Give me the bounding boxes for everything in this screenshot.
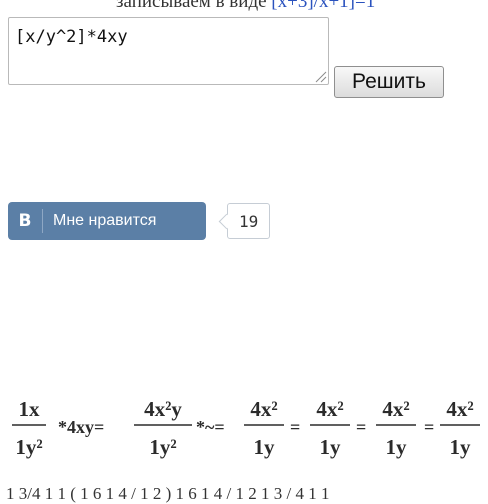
vk-logo-icon: B bbox=[18, 211, 32, 231]
formula-operator: = bbox=[356, 417, 366, 437]
fraction-numerator: 4x² bbox=[316, 397, 343, 421]
solve-button[interactable]: Решить bbox=[334, 66, 444, 98]
expression-input[interactable] bbox=[8, 17, 329, 85]
fraction-denominator: 1y bbox=[386, 435, 408, 459]
resize-grip-icon[interactable] bbox=[314, 70, 327, 83]
fraction-denominator: 1y² bbox=[149, 435, 176, 459]
fraction-denominator: 1y bbox=[320, 435, 342, 459]
fraction-denominator: 1y² bbox=[15, 435, 42, 459]
fraction-denominator: 1y bbox=[254, 435, 276, 459]
like-count-value: 19 bbox=[239, 211, 259, 231]
vk-like-button[interactable]: B Мне нравится bbox=[8, 202, 206, 240]
fraction-numerator: 4x²y bbox=[144, 397, 182, 421]
formula-operator: = bbox=[424, 417, 434, 437]
fraction-numerator: 4x² bbox=[382, 397, 409, 421]
vk-like-label: Мне нравится bbox=[53, 212, 157, 229]
formula-fraction: 4x²y 1y² bbox=[134, 397, 192, 459]
fraction-numerator: 4x² bbox=[446, 397, 473, 421]
formula-fraction: 4x² 1y bbox=[440, 397, 480, 459]
solution-steps-text: 1 3/4 1 1 ( 1 6 1 4 / 1 2 ) 1 6 1 4 / 1 … bbox=[6, 484, 330, 503]
formula-operator: *4xy= bbox=[58, 417, 104, 437]
formula-fraction: 4x² 1y bbox=[310, 397, 350, 459]
fraction-numerator: 1x bbox=[19, 397, 41, 421]
formula-operator: *~= bbox=[196, 417, 225, 437]
formula-fraction: 4x² 1y bbox=[244, 397, 284, 459]
like-count-badge: 19 bbox=[218, 203, 271, 239]
formula-fraction: 4x² 1y bbox=[376, 397, 416, 459]
formula-operator: = bbox=[290, 417, 300, 437]
solution-formula: 1x 1y² *4xy= 4x²y 1y² *~= 4x² 1y = 4x² 1y = 4x² 1y = 4x… bbox=[12, 397, 480, 459]
instruction-hint: записываем в виде [x+3]/x+1]=1 bbox=[116, 0, 375, 13]
hint-prefix: записываем в виде bbox=[116, 0, 267, 12]
callout-arrow-icon bbox=[218, 213, 235, 230]
fraction-denominator: 1y bbox=[450, 435, 472, 459]
fraction-numerator: 4x² bbox=[250, 397, 277, 421]
formula-fraction: 1x 1y² bbox=[12, 397, 46, 459]
hint-example: [x+3]/x+1]=1 bbox=[271, 0, 376, 12]
